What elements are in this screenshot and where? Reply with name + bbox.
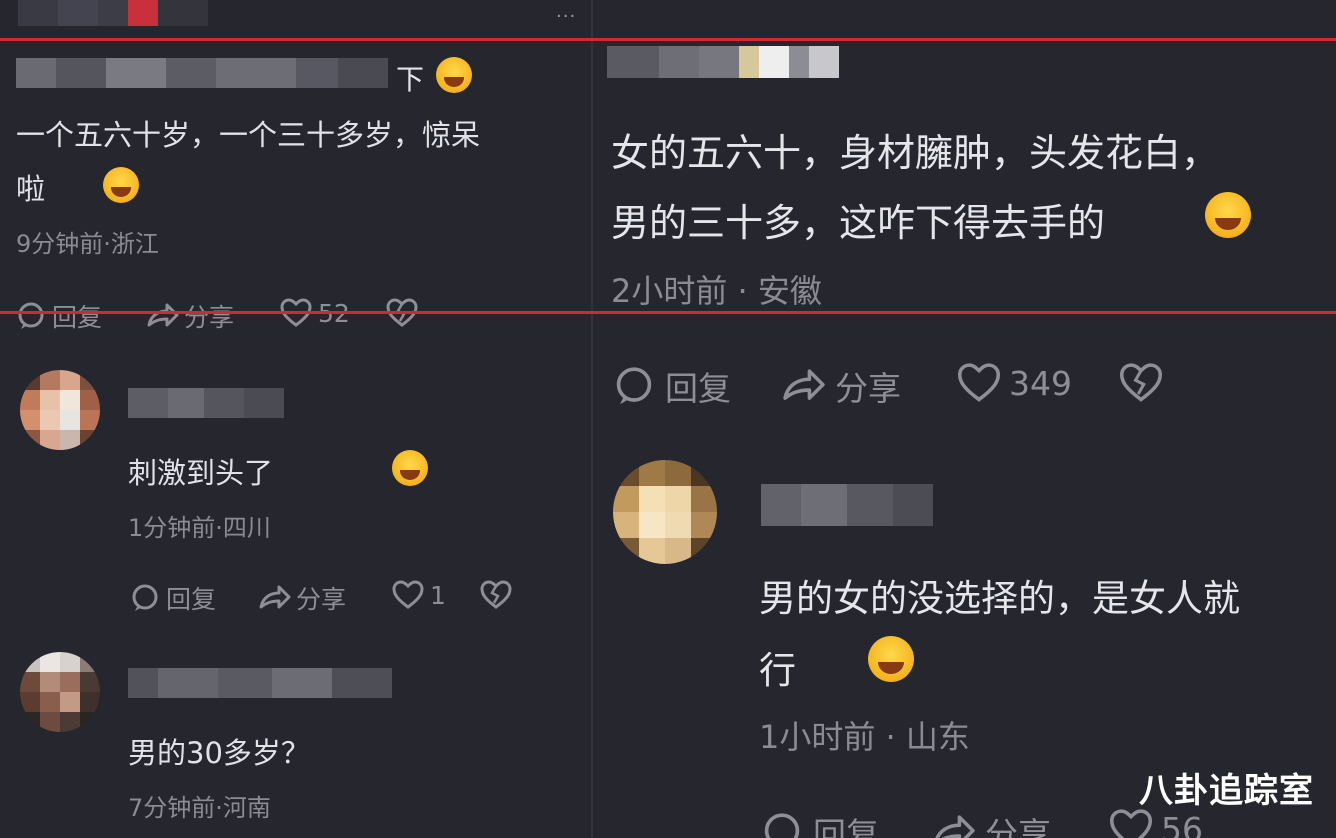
reply-meta: 1分钟前·四川 [128, 514, 271, 542]
like-button[interactable]: 56 [1109, 808, 1203, 838]
highlight-line-bottom [0, 311, 1336, 314]
share-button[interactable]: 分享 [781, 362, 901, 410]
sweat-smile-emoji-icon [1205, 192, 1251, 238]
right-comment-panel: 女的五六十，身材臃肿，头发花白， 男的三十多，这咋下得去手的 2小时前 · 安徽… [593, 0, 1336, 838]
grinning-emoji-icon [103, 167, 140, 203]
left-comment-panel: ··· 下 一个五六十岁，一个三十多岁，惊呆 啦 9分钟前·浙江 回复 分享 5… [0, 0, 591, 838]
blurred-username [761, 484, 933, 526]
share-arrow-icon [935, 815, 975, 838]
comment-bubble-icon [132, 584, 158, 611]
heart-icon [957, 363, 1001, 402]
like-button[interactable]: 349 [957, 362, 1072, 404]
dislike-button[interactable] [1119, 362, 1163, 404]
like-count: 1 [430, 580, 446, 610]
share-label: 分享 [184, 303, 235, 332]
reply-text: 刺激到头了 [128, 456, 274, 490]
reply-button[interactable]: 回复 [613, 362, 731, 410]
avatar[interactable] [20, 652, 100, 732]
comment-text: 一个五六十岁，一个三十多岁，惊呆 [16, 118, 481, 152]
highlight-line-top [0, 38, 1336, 41]
share-label: 分享 [835, 369, 901, 408]
blurred-header [18, 0, 208, 26]
share-button[interactable]: 分享 [146, 298, 234, 334]
reply-text: 男的女的没选择的，是女人就 [759, 577, 1240, 620]
comment-text: 女的五六十，身材臃肿，头发花白， [611, 131, 1220, 175]
like-button[interactable]: 1 [392, 580, 446, 610]
blurred-username [128, 668, 392, 698]
share-label: 分享 [296, 585, 347, 614]
like-count: 349 [1009, 363, 1072, 403]
avatar[interactable] [20, 370, 100, 450]
heart-icon [392, 580, 424, 609]
avatar[interactable] [613, 460, 717, 564]
smirk-emoji-icon [392, 450, 429, 486]
username-suffix: 下 [396, 63, 425, 96]
reply-meta: 1小时前 · 山东 [759, 718, 970, 756]
blurred-username [16, 58, 388, 88]
reply-meta: 7分钟前·河南 [128, 794, 271, 822]
reply-button[interactable]: 回复 [16, 298, 102, 334]
blurred-username [128, 388, 284, 418]
reply-text: 男的30多岁？ [128, 736, 310, 770]
reply-button[interactable]: 回复 [761, 808, 879, 838]
reply-label: 回复 [52, 303, 103, 332]
comment-text-continued: 啦 [16, 172, 46, 206]
share-button[interactable]: 分享 [258, 580, 346, 616]
reply-label: 回复 [813, 815, 879, 838]
watermark: 八卦追踪室 [1139, 771, 1314, 811]
laughing-emoji-icon [436, 57, 472, 93]
comment-meta: 9分钟前·浙江 [16, 230, 159, 258]
reply-button[interactable]: 回复 [130, 580, 216, 616]
share-arrow-icon [783, 369, 825, 400]
comment-text-continued: 男的三十多，这咋下得去手的 [611, 201, 1106, 245]
share-button[interactable]: 分享 [931, 808, 1051, 838]
blurred-username [607, 46, 839, 78]
broken-heart-icon [1119, 363, 1163, 402]
comment-bubble-icon [18, 302, 44, 329]
comment-bubble-icon [616, 367, 652, 405]
heart-icon [1109, 809, 1153, 838]
more-options-icon[interactable]: ··· [556, 6, 576, 27]
broken-heart-icon [480, 580, 512, 609]
like-count: 56 [1161, 809, 1203, 838]
share-label: 分享 [985, 815, 1051, 838]
dislike-button[interactable] [480, 580, 512, 610]
laughing-emoji-icon [868, 636, 915, 682]
reply-text-continued: 行 [759, 649, 796, 692]
comment-bubble-icon [764, 813, 800, 838]
reply-label: 回复 [166, 585, 217, 614]
share-arrow-icon [147, 303, 179, 327]
share-arrow-icon [259, 585, 291, 609]
comment-meta: 2小时前 · 安徽 [611, 272, 822, 310]
reply-label: 回复 [665, 369, 731, 408]
